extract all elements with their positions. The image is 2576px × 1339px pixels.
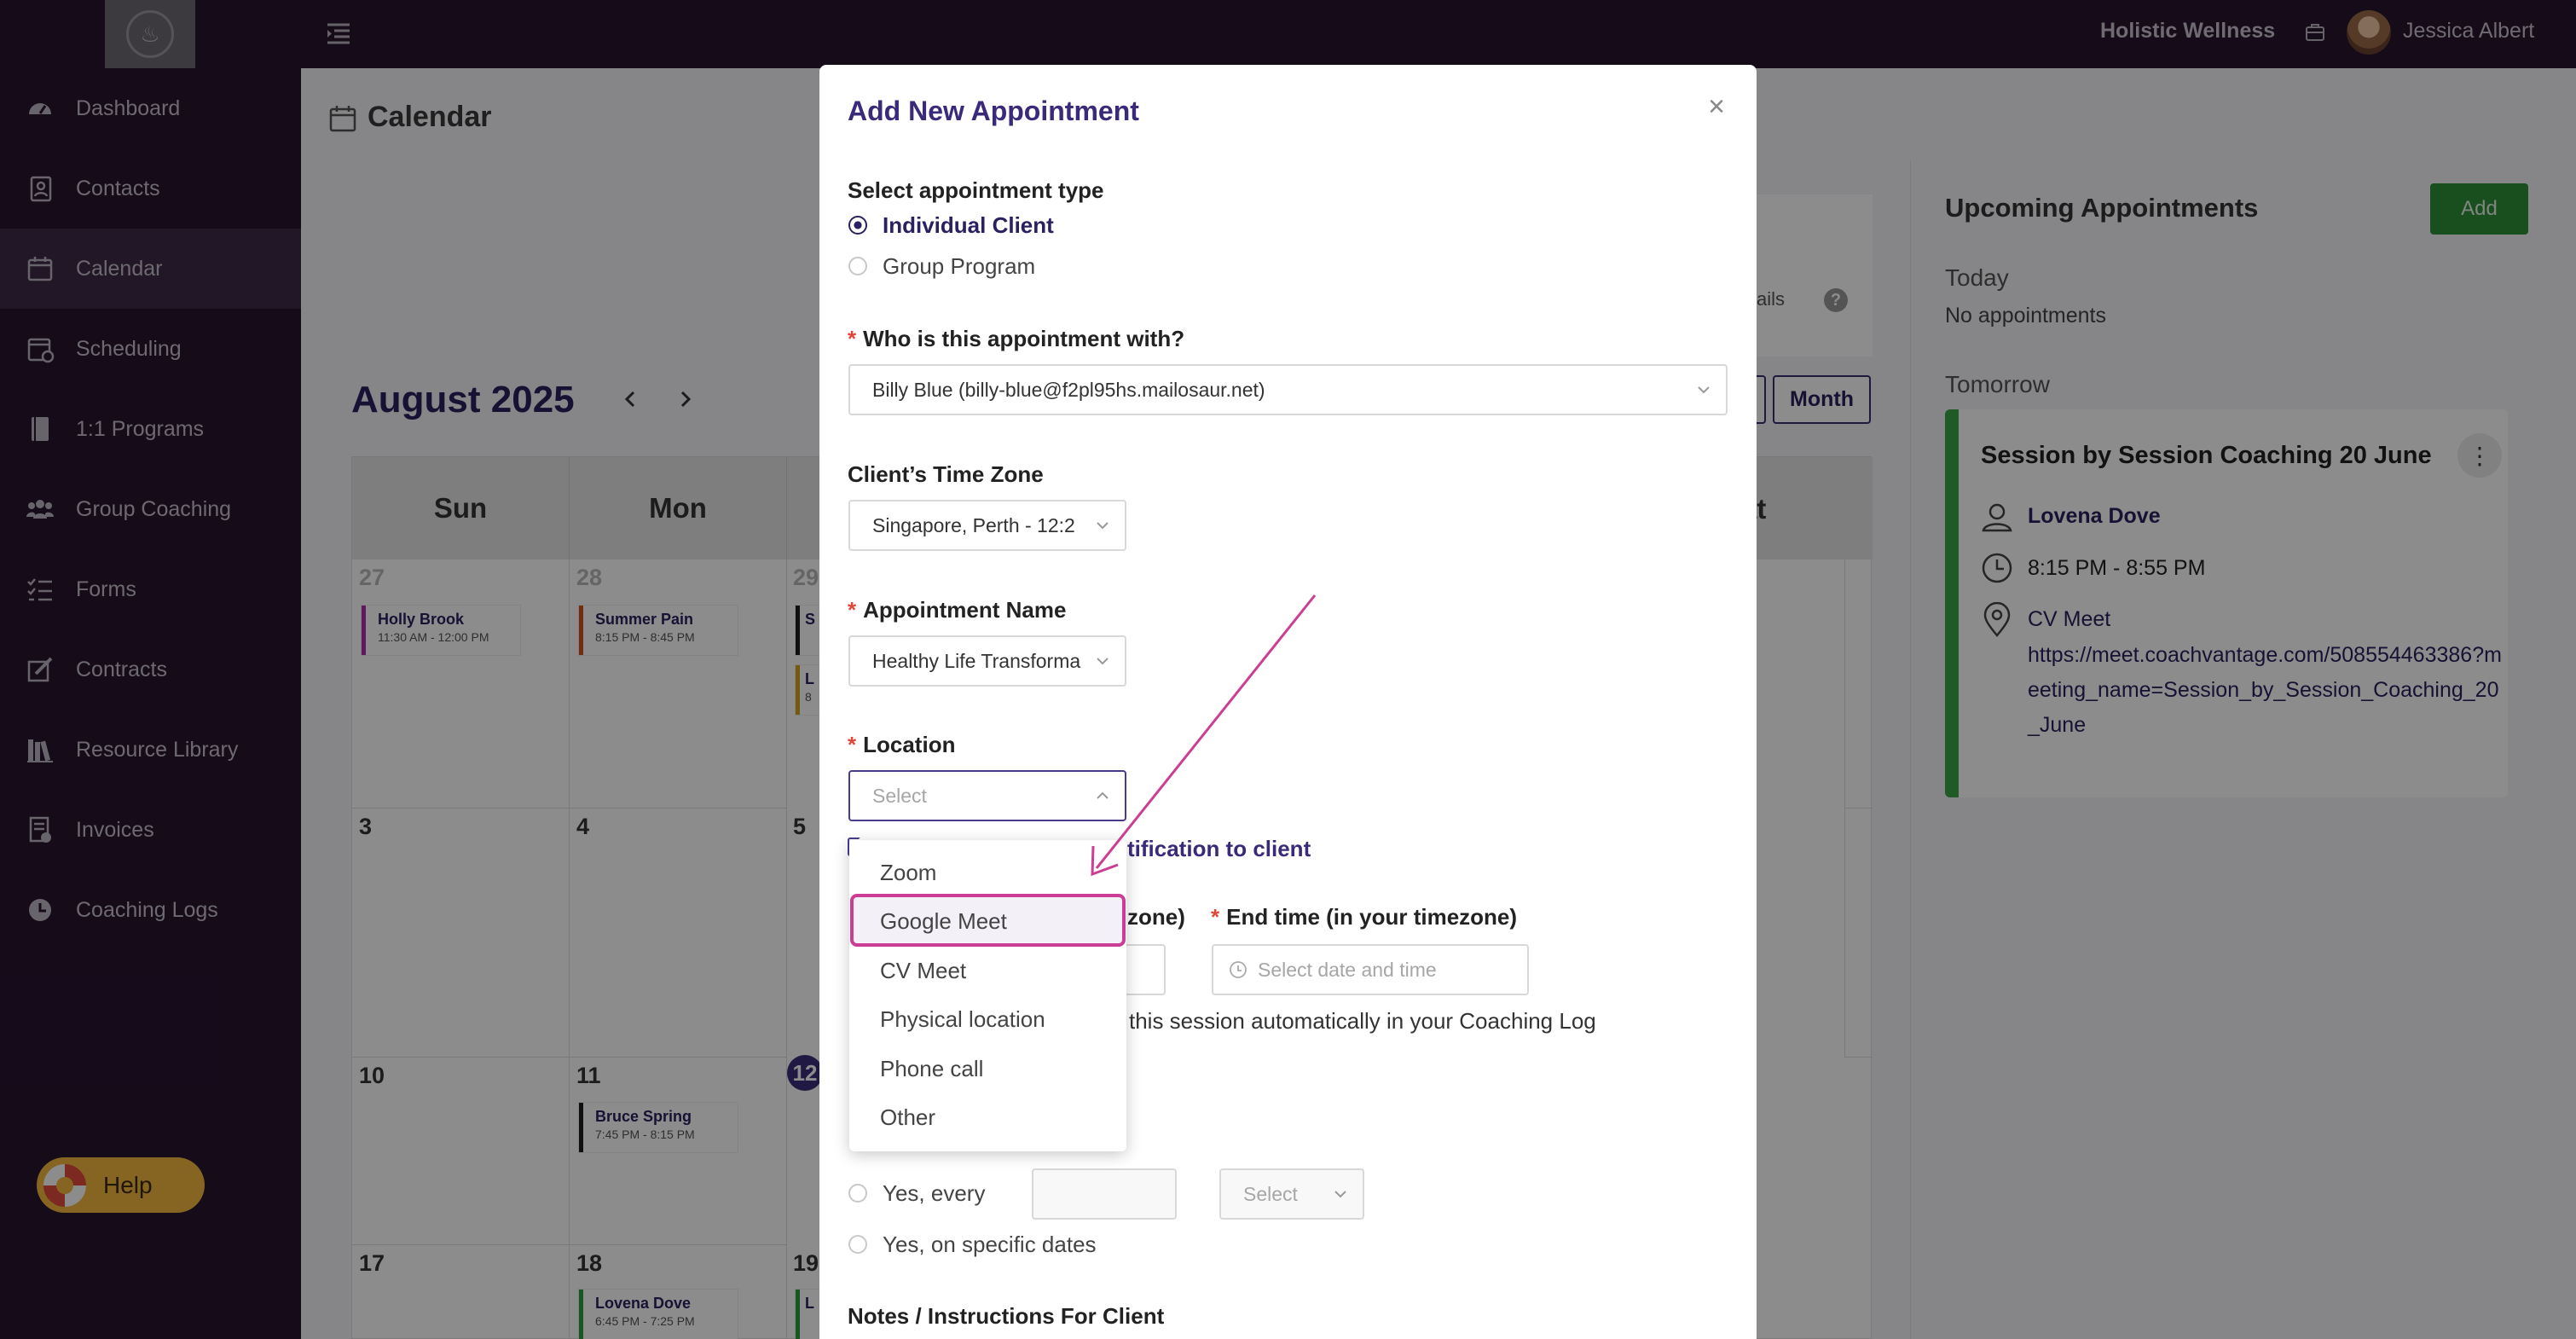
- client-select[interactable]: Billy Blue (billy-blue@f2pl95hs.mailosau…: [848, 364, 1728, 415]
- client-field-label: * Who is this appointment with?: [848, 326, 1185, 351]
- radio-repeat-specific[interactable]: [848, 1235, 867, 1254]
- radio-group-program[interactable]: [848, 257, 867, 275]
- notify-client-label[interactable]: tification to client: [1127, 836, 1311, 862]
- repeat-unit-select[interactable]: Select: [1219, 1168, 1364, 1220]
- end-time-input[interactable]: Select date and time: [1212, 944, 1529, 995]
- radio-label[interactable]: Yes, every: [883, 1180, 985, 1207]
- clock-icon: [1230, 961, 1247, 978]
- label-text: Appointment Name: [863, 597, 1067, 623]
- chevron-down-icon: [1097, 658, 1109, 665]
- appointment-name-label: * Appointment Name: [848, 597, 1067, 623]
- radio-label[interactable]: Yes, on specific dates: [883, 1232, 1097, 1258]
- radio-repeat-every[interactable]: [848, 1184, 867, 1203]
- timezone-select[interactable]: Singapore, Perth - 12:2: [848, 500, 1126, 551]
- start-time-label: zone): [1127, 904, 1185, 930]
- appointment-name-value: Healthy Life Transforma: [872, 649, 1081, 672]
- timezone-label: Client’s Time Zone: [848, 461, 1044, 487]
- location-option-zoom[interactable]: Zoom: [849, 849, 1126, 897]
- location-select[interactable]: Select: [848, 770, 1126, 821]
- location-option-other[interactable]: Other: [849, 1093, 1126, 1142]
- close-icon[interactable]: ×: [1702, 92, 1731, 121]
- radio-individual-client[interactable]: [848, 216, 867, 235]
- appointment-name-select[interactable]: Healthy Life Transforma: [848, 635, 1126, 687]
- label-text: Location: [863, 732, 956, 757]
- end-time-placeholder: Select date and time: [1258, 958, 1437, 981]
- label-text: End time (in your timezone): [1226, 904, 1518, 930]
- timezone-value: Singapore, Perth - 12:2: [872, 513, 1075, 536]
- chevron-down-icon: [1097, 522, 1109, 530]
- radio-label[interactable]: Group Program: [883, 253, 1035, 280]
- radio-label[interactable]: Individual Client: [883, 212, 1054, 239]
- chevron-up-icon: [1097, 791, 1109, 799]
- chevron-down-icon: [1698, 386, 1710, 394]
- label-text: Who is this appointment with?: [863, 326, 1185, 351]
- location-placeholder: Select: [872, 784, 927, 807]
- location-option-google-meet[interactable]: Google Meet: [849, 897, 1126, 946]
- repeat-interval-input[interactable]: [1032, 1168, 1177, 1220]
- start-time-input[interactable]: [1126, 944, 1166, 995]
- repeat-unit-placeholder: Select: [1243, 1182, 1298, 1205]
- client-value: Billy Blue (billy-blue@f2pl95hs.mailosau…: [872, 378, 1265, 401]
- chevron-down-icon: [1334, 1191, 1346, 1198]
- end-time-label: * End time (in your timezone): [1211, 904, 1518, 930]
- appointment-type-label: Select appointment type: [848, 177, 1104, 203]
- notes-label: Notes / Instructions For Client: [848, 1303, 1165, 1329]
- location-label: * Location: [848, 732, 956, 757]
- location-option-cv-meet[interactable]: CV Meet: [849, 947, 1126, 995]
- location-option-physical[interactable]: Physical location: [849, 995, 1126, 1044]
- modal-title: Add New Appointment: [848, 96, 1139, 126]
- location-option-phone[interactable]: Phone call: [849, 1045, 1126, 1093]
- coaching-log-label[interactable]: this session automatically in your Coach…: [1129, 1008, 1596, 1035]
